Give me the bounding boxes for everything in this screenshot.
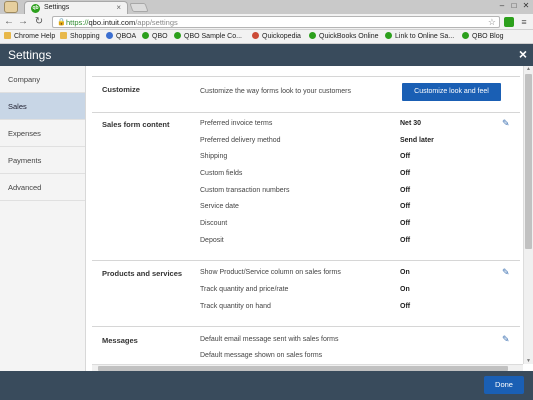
- sidebar-item-company[interactable]: Company: [0, 66, 85, 93]
- bookmark-item[interactable]: QuickBooks Online: [309, 32, 379, 40]
- settings-footer: Done: [0, 371, 533, 400]
- setting-label: Discount: [200, 220, 228, 227]
- section-label: Sales form content: [102, 120, 170, 129]
- setting-value: On: [400, 269, 410, 276]
- bookmark-item[interactable]: Quickopedia: [252, 32, 301, 40]
- extension-icon[interactable]: [504, 17, 514, 27]
- setting-label: Deposit: [200, 237, 224, 244]
- customize-look-and-feel-button[interactable]: Customize look and feel: [402, 83, 501, 101]
- sales-form-content-section[interactable]: Sales form content ✎ Preferred invoice t…: [92, 112, 520, 254]
- bookmark-item[interactable]: Link to Online Sa...: [385, 32, 454, 40]
- qboa-icon: [106, 32, 113, 39]
- bookmark-item[interactable]: QBO: [142, 32, 168, 40]
- setting-label: Custom fields: [200, 170, 243, 177]
- sidebar-item-advanced[interactable]: Advanced: [0, 174, 85, 201]
- setting-value: Off: [400, 237, 411, 244]
- vertical-scrollbar[interactable]: ▲ ▼: [523, 66, 533, 364]
- edit-pencil-icon[interactable]: ✎: [502, 334, 510, 345]
- qb-icon: [385, 32, 392, 39]
- scroll-up-arrow-icon[interactable]: ▲: [526, 66, 531, 72]
- browser-titlebar: qb Settings × – □ ✕: [0, 0, 533, 14]
- quickbooks-favicon-icon: qb: [31, 4, 40, 13]
- setting-label: Service date: [200, 203, 239, 210]
- qb-icon: [462, 32, 469, 39]
- setting-value: Off: [400, 303, 411, 310]
- settings-sidebar: Company Sales Expenses Payments Advanced: [0, 66, 86, 371]
- setting-label: Default email message sent with sales fo…: [200, 336, 339, 343]
- setting-value: Send later: [400, 137, 434, 144]
- maximize-icon[interactable]: □: [508, 1, 520, 10]
- customize-section[interactable]: Customize Customize the way forms look t…: [92, 76, 520, 112]
- setting-label: Custom transaction numbers: [200, 187, 290, 194]
- settings-header: Settings ×: [0, 44, 533, 66]
- new-tab-button[interactable]: [129, 3, 149, 12]
- setting-value: Off: [400, 187, 411, 194]
- qb-icon: [174, 32, 181, 39]
- setting-value: Off: [400, 220, 411, 227]
- browser-tab[interactable]: qb Settings ×: [24, 1, 128, 14]
- setting-label: Track quantity on hand: [200, 303, 271, 310]
- tab-close-icon[interactable]: ×: [116, 3, 121, 12]
- section-label: Messages: [102, 336, 138, 345]
- setting-label: Show Product/Service column on sales for…: [200, 269, 341, 276]
- window-close-icon[interactable]: ✕: [520, 1, 532, 10]
- setting-value: On: [400, 286, 410, 293]
- sidebar-item-expenses[interactable]: Expenses: [0, 120, 85, 147]
- bookmarks-bar: Chrome Help Shopping QBOA QBO QBO Sample…: [0, 30, 533, 44]
- page-title: Settings: [8, 48, 52, 62]
- bookmark-item[interactable]: QBO Blog: [462, 32, 504, 40]
- setting-label: Track quantity and price/rate: [200, 286, 289, 293]
- qb-icon: [309, 32, 316, 39]
- section-label: Products and services: [102, 269, 183, 278]
- close-icon[interactable]: ×: [519, 46, 527, 62]
- url-text: https://qbo.intuit.com/app/settings: [66, 18, 178, 27]
- setting-value: Off: [400, 153, 411, 160]
- bookmark-item[interactable]: Chrome Help: [4, 32, 55, 40]
- minimize-icon[interactable]: –: [496, 1, 508, 10]
- setting-value: Off: [400, 170, 411, 177]
- scrollbar-thumb[interactable]: [525, 74, 532, 249]
- reload-icon[interactable]: ↻: [33, 16, 45, 28]
- qb-icon: [142, 32, 149, 39]
- messages-section[interactable]: Messages ✎ Default email message sent wi…: [92, 326, 520, 364]
- browser-toolbar: ← → ↻ 🔒 https://qbo.intuit.com/app/setti…: [0, 14, 533, 30]
- setting-label: Default message shown on sales forms: [200, 352, 323, 359]
- sidebar-item-sales[interactable]: Sales: [0, 93, 85, 120]
- folder-icon: [4, 32, 11, 39]
- bookmark-item[interactable]: Shopping: [60, 32, 100, 40]
- setting-label: Shipping: [200, 153, 228, 160]
- horizontal-scrollbar[interactable]: [92, 364, 523, 371]
- section-label: Customize: [102, 85, 140, 94]
- setting-value: Net 30: [400, 120, 422, 127]
- back-arrow-icon[interactable]: ←: [3, 16, 15, 28]
- address-bar[interactable]: 🔒 https://qbo.intuit.com/app/settings ☆: [52, 16, 500, 28]
- quickopedia-icon: [252, 32, 259, 39]
- bookmark-item[interactable]: QBOA: [106, 32, 136, 40]
- edit-pencil-icon[interactable]: ✎: [502, 267, 510, 278]
- customize-description: Customize the way forms look to your cus…: [200, 88, 351, 95]
- profile-avatar-icon[interactable]: [4, 1, 18, 13]
- edit-pencil-icon[interactable]: ✎: [502, 118, 510, 129]
- setting-label: Preferred invoice terms: [200, 120, 273, 127]
- scroll-down-arrow-icon[interactable]: ▼: [526, 358, 531, 364]
- sidebar-item-payments[interactable]: Payments: [0, 147, 85, 174]
- bookmark-item[interactable]: QBO Sample Co...: [174, 32, 242, 40]
- products-and-services-section[interactable]: Products and services ✎ Show Product/Ser…: [92, 260, 520, 320]
- forward-arrow-icon[interactable]: →: [17, 16, 29, 28]
- menu-icon[interactable]: ≡: [518, 16, 530, 28]
- setting-value: Off: [400, 203, 411, 210]
- setting-label: Preferred delivery method: [200, 137, 281, 144]
- lock-icon: 🔒: [57, 19, 66, 26]
- tab-title: Settings: [44, 4, 70, 11]
- bookmark-star-icon[interactable]: ☆: [488, 17, 496, 28]
- folder-icon: [60, 32, 67, 39]
- settings-content: Customize Customize the way forms look t…: [92, 66, 520, 364]
- done-button[interactable]: Done: [484, 376, 524, 394]
